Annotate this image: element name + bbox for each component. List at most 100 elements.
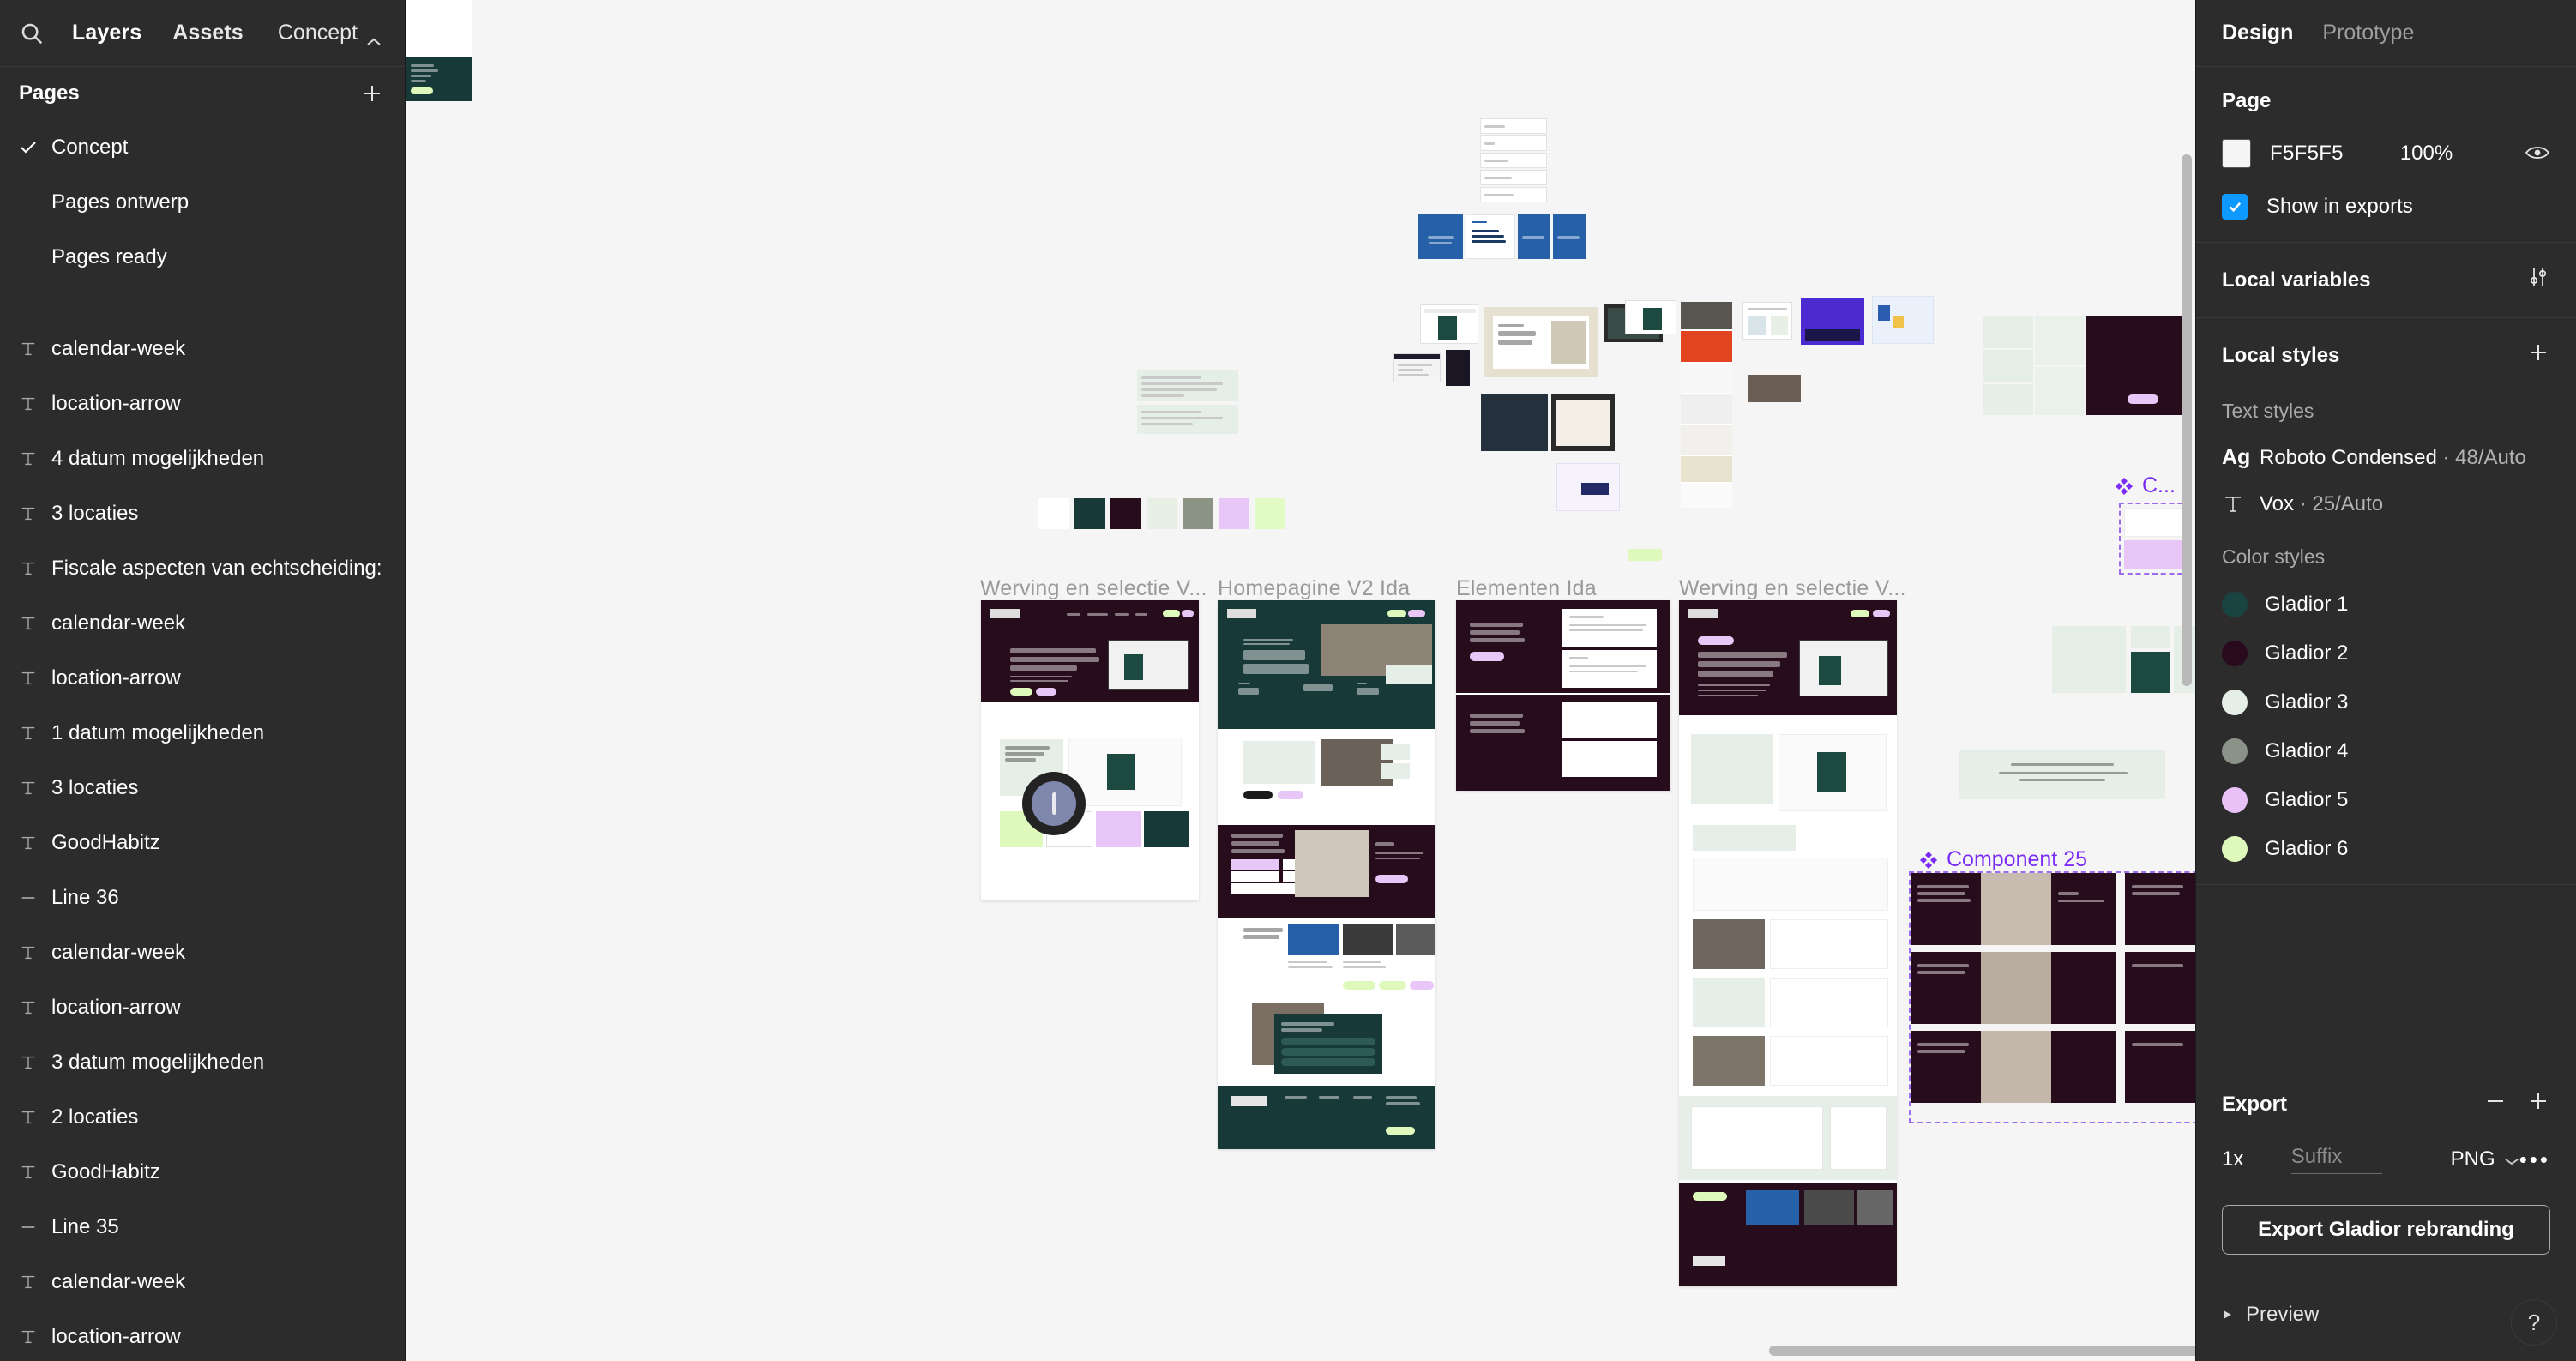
color-style-row[interactable]: Gladior 3	[2222, 690, 2550, 715]
frame-elementen-ida[interactable]	[1456, 600, 1670, 791]
layer-row[interactable]: 3 locaties	[0, 486, 405, 541]
layer-row[interactable]: calendar-week	[0, 1255, 405, 1310]
layer-row[interactable]: 2 locaties	[0, 1090, 405, 1145]
canvas-green-page-cluster[interactable]	[2052, 626, 2195, 695]
frame-homepagine-v2[interactable]	[1218, 600, 1435, 1149]
tab-layers[interactable]: Layers	[72, 21, 141, 45]
plus-icon[interactable]	[2526, 340, 2550, 370]
canvas-moodboard-shot-k[interactable]	[1551, 394, 1615, 451]
canvas-moodboard-shot-h[interactable]	[1872, 296, 1934, 344]
layer-row[interactable]: 3 datum mogelijkheden	[0, 1035, 405, 1090]
component-label-c[interactable]: C...	[2115, 473, 2176, 498]
canvas-moodboard-note-1[interactable]	[1137, 370, 1238, 401]
layer-row[interactable]: 4 datum mogelijkheden	[0, 431, 405, 486]
canvas-component-set-c[interactable]	[2119, 503, 2191, 575]
canvas-afas-card-4[interactable]	[1553, 214, 1586, 259]
local-variables-header[interactable]: Local variables	[2222, 265, 2550, 295]
layer-row[interactable]: Line 35	[0, 1200, 405, 1255]
page-item-pages-ready[interactable]: Pages ready	[0, 230, 405, 285]
layer-row[interactable]: location-arrow	[0, 1310, 405, 1361]
palette-swatch-6[interactable]	[1255, 498, 1285, 529]
show-in-exports-checkbox[interactable]	[2222, 194, 2248, 220]
tab-assets[interactable]: Assets	[172, 21, 244, 45]
color-style-row[interactable]: Gladior 5	[2222, 787, 2550, 813]
layer-row[interactable]: Line 36	[0, 870, 405, 925]
frame-label-werving-1[interactable]: Werving en selectie V...	[980, 576, 1207, 601]
layer-row[interactable]: Fiscale aspecten van echtscheiding:	[0, 541, 405, 596]
palette-swatch-2[interactable]	[1110, 498, 1141, 529]
canvas-moodboard-shot-f[interactable]	[1742, 302, 1792, 340]
canvas-moodboard-shot-a[interactable]	[1420, 304, 1478, 344]
page-fill-swatch[interactable]	[2222, 139, 2251, 168]
palette-swatch-0[interactable]	[1038, 498, 1069, 529]
canvas-moodboard-shot-l[interactable]	[1556, 463, 1620, 511]
frame-werving-2[interactable]	[1679, 600, 1897, 1286]
layer-row[interactable]: location-arrow	[0, 376, 405, 431]
component-label-component-25[interactable]: Component 25	[1919, 847, 2087, 872]
export-scale[interactable]: 1x	[2222, 1147, 2291, 1171]
color-style-row[interactable]: Gladior 6	[2222, 836, 2550, 862]
text-style-vox[interactable]: Vox · 25/Auto	[2222, 492, 2550, 516]
canvas-moodboard-hero-willow[interactable]	[1484, 307, 1598, 377]
plus-icon[interactable]	[2526, 1089, 2550, 1119]
canvas-moodboard-shot-b[interactable]	[1393, 353, 1441, 382]
canvas-thumb-tagline-card[interactable]	[406, 57, 472, 101]
tab-design[interactable]: Design	[2222, 21, 2293, 45]
canvas-green-pill[interactable]	[1628, 549, 1662, 561]
canvas-moodboard-shot-i[interactable]	[1748, 375, 1801, 402]
palette-swatch-5[interactable]	[1219, 498, 1249, 529]
layer-row[interactable]: calendar-week	[0, 925, 405, 980]
canvas-horizontal-scrollbar[interactable]	[1769, 1346, 2195, 1356]
color-style-row[interactable]: Gladior 2	[2222, 641, 2550, 666]
plus-icon[interactable]	[360, 81, 384, 105]
palette-swatch-1[interactable]	[1074, 498, 1105, 529]
canvas-category-list-mini[interactable]	[1480, 118, 1547, 202]
canvas-moodboard-shot-e[interactable]	[1625, 300, 1676, 334]
frame-werving-1[interactable]	[981, 600, 1199, 900]
canvas-moodboard-shot-c[interactable]	[1446, 350, 1470, 386]
layer-row[interactable]: location-arrow	[0, 980, 405, 1035]
canvas-moodboard-shot-j[interactable]	[1481, 394, 1548, 451]
page-item-concept[interactable]: Concept	[0, 120, 405, 175]
page-fill-hex[interactable]: F5F5F5	[2270, 142, 2344, 166]
canvas-moodboard-column[interactable]	[1681, 302, 1732, 508]
export-button[interactable]: Export Gladior rebranding	[2222, 1205, 2550, 1255]
canvas-afas-card-2[interactable]	[1466, 214, 1515, 259]
page-fill-opacity[interactable]: 100%	[2400, 142, 2453, 166]
canvas-moodboard-note-2[interactable]	[1137, 405, 1238, 434]
ellipsis-icon[interactable]: •••	[2519, 1147, 2550, 1173]
page-item-pages-ontwerp[interactable]: Pages ontwerp	[0, 175, 405, 230]
layers-list[interactable]: calendar-week location-arrow 4 datum mogel…	[0, 304, 405, 1361]
minus-icon[interactable]	[2483, 1089, 2507, 1119]
layer-row[interactable]: 1 datum mogelijkheden	[0, 706, 405, 761]
frame-label-homepagine[interactable]: Homepagine V2 Ida	[1218, 576, 1410, 601]
layer-row[interactable]: GoodHabitz	[0, 816, 405, 870]
export-format-select[interactable]: PNG	[2451, 1147, 2519, 1171]
color-style-row[interactable]: Gladior 4	[2222, 738, 2550, 764]
layer-row[interactable]: GoodHabitz	[0, 1145, 405, 1200]
sliders-icon[interactable]	[2526, 265, 2550, 295]
canvas-light-green-banner[interactable]	[1959, 750, 2165, 799]
layer-row[interactable]: calendar-week	[0, 596, 405, 651]
tab-prototype[interactable]: Prototype	[2322, 21, 2414, 45]
palette-swatch-4[interactable]	[1183, 498, 1213, 529]
frame-label-elementen[interactable]: Elementen Ida	[1456, 576, 1597, 601]
design-canvas[interactable]: C... Compone...	[406, 0, 2195, 1361]
palette-swatch-3[interactable]	[1147, 498, 1177, 529]
search-icon[interactable]	[19, 21, 45, 46]
canvas-moodboard-shot-g[interactable]	[1801, 298, 1864, 345]
eye-icon[interactable]	[2525, 144, 2550, 163]
canvas-component25-grid[interactable]	[1909, 871, 2195, 1123]
help-button[interactable]: ?	[2511, 1299, 2557, 1346]
color-style-row[interactable]: Gladior 1	[2222, 592, 2550, 617]
page-selector[interactable]: Concept	[278, 21, 382, 45]
canvas-green-card-group[interactable]	[1983, 316, 2195, 415]
canvas-afas-card-1[interactable]	[1418, 214, 1463, 259]
canvas-afas-card-3[interactable]	[1518, 214, 1550, 259]
canvas-vertical-scrollbar[interactable]	[2182, 154, 2192, 686]
layer-row[interactable]: location-arrow	[0, 651, 405, 706]
export-suffix-input[interactable]: Suffix	[2290, 1145, 2382, 1174]
show-in-exports-row[interactable]: Show in exports	[2222, 194, 2550, 220]
canvas-thumb-white-small[interactable]	[406, 0, 472, 58]
layer-row[interactable]: calendar-week	[0, 322, 405, 376]
